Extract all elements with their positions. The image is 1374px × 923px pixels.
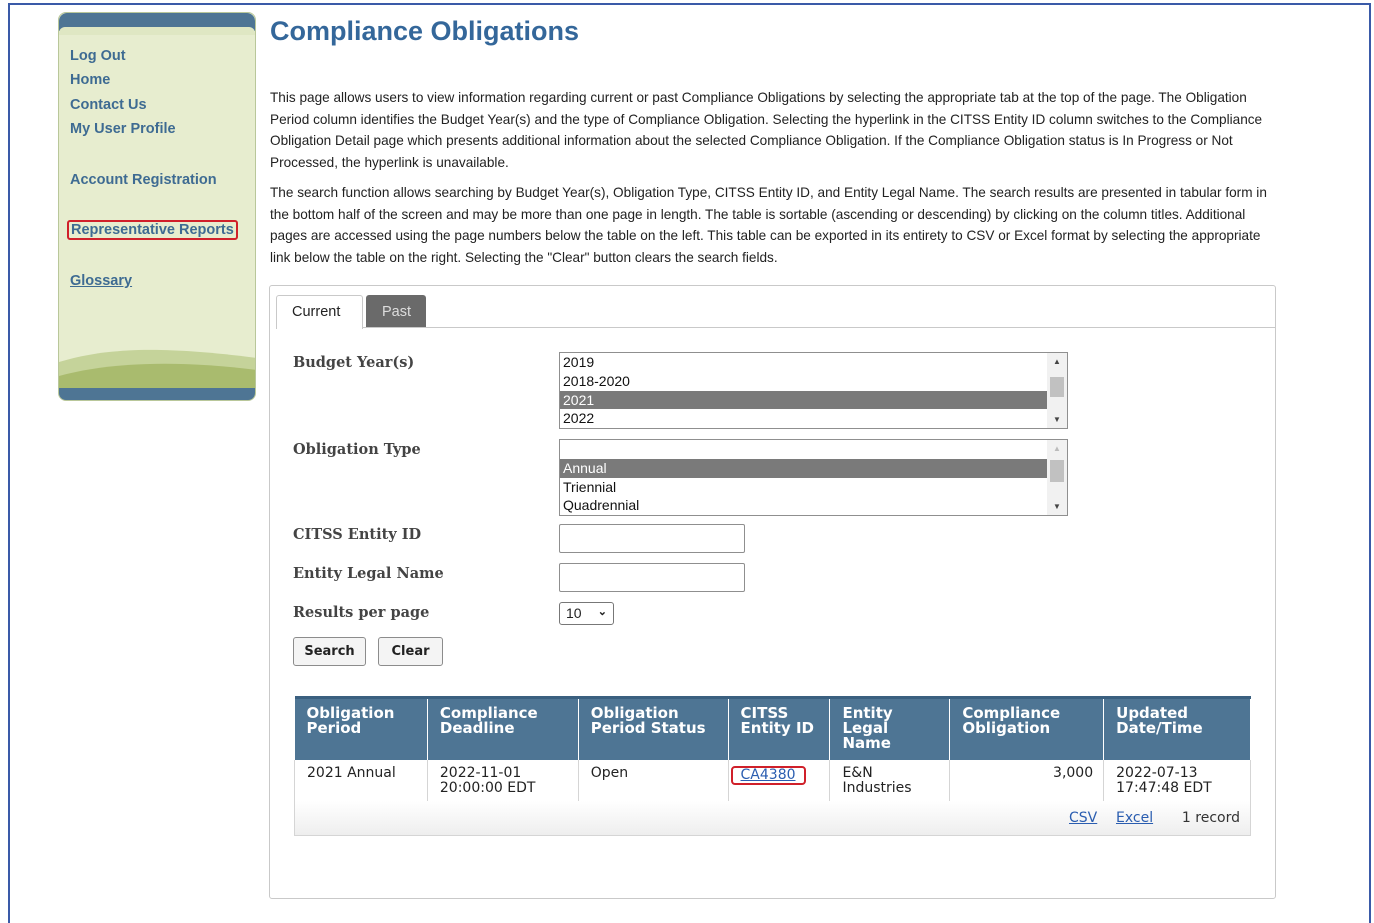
sidebar-link-my-user-profile[interactable]: My User Profile — [70, 121, 176, 137]
results-per-page-select[interactable]: 10 ⌄ — [559, 602, 614, 625]
cell-status: Open — [578, 759, 729, 803]
sidebar-top-bar-inner — [59, 27, 255, 35]
scroll-down-icon[interactable]: ▼ — [1047, 498, 1067, 515]
column-header[interactable]: Obligation Period Status — [578, 696, 729, 760]
entity-id-link[interactable]: CA4380 — [741, 767, 796, 783]
cell-updated: 2022-07-13 17:47:48 EDT — [1103, 759, 1251, 803]
obligation-option[interactable] — [560, 440, 1047, 459]
record-count: 1 record — [1181, 810, 1240, 826]
scroll-up-icon[interactable]: ▲ — [1047, 353, 1067, 370]
tab-past[interactable]: Past — [366, 295, 426, 327]
sidebar-link-glossary[interactable]: Glossary — [70, 273, 132, 289]
budget-option[interactable]: 2019 — [560, 353, 1047, 372]
table-footer: CSV Excel 1 record — [294, 801, 1251, 836]
legal-name-input[interactable] — [559, 563, 745, 592]
intro-paragraph-1: This page allows users to view informati… — [270, 90, 1263, 170]
sidebar-link-home[interactable]: Home — [70, 72, 110, 88]
obligation-type-listbox[interactable]: Annual Triennial Quadrennial ▲ ▼ — [559, 439, 1068, 516]
obligation-type-label: Obligation Type — [293, 441, 421, 458]
results-per-page-value: 10 — [566, 605, 582, 621]
column-header[interactable]: Compliance Obligation — [949, 696, 1105, 760]
budget-year-label: Budget Year(s) — [293, 354, 415, 371]
scrollbar-thumb[interactable] — [1050, 377, 1064, 397]
search-button[interactable]: Search — [293, 637, 366, 666]
budget-option[interactable]: 2018-2020 — [560, 372, 1047, 391]
budget-year-listbox[interactable]: 2019 2018-2020 2021 2022 ▲ ▼ — [559, 352, 1068, 429]
cell-legal-name: E&N Industries — [829, 759, 951, 803]
cell-period: 2021 Annual — [294, 759, 428, 803]
obligation-option[interactable]: Quadrennial — [560, 496, 1047, 515]
budget-option-selected[interactable]: 2021 — [560, 390, 1047, 410]
sidebar: Log Out Home Contact Us My User Profile … — [58, 12, 256, 401]
sidebar-link-representative-reports[interactable]: Representative Reports — [67, 220, 238, 240]
obligation-option-selected[interactable]: Annual — [560, 458, 1047, 478]
entity-id-label: CITSS Entity ID — [293, 526, 422, 543]
budget-scrollbar[interactable]: ▲ ▼ — [1047, 353, 1067, 428]
results-per-page-label: Results per page — [293, 604, 430, 621]
sidebar-link-contact-us[interactable]: Contact Us — [70, 97, 147, 113]
tabs-divider — [276, 327, 1275, 328]
column-header[interactable]: Entity Legal Name — [829, 696, 951, 760]
tab-current[interactable]: Current — [276, 295, 363, 329]
scroll-up-icon[interactable]: ▲ — [1047, 440, 1067, 457]
scroll-down-icon[interactable]: ▼ — [1047, 411, 1067, 428]
table-row: 2021 Annual 2022-11-01 20:00:00 EDT Open… — [294, 759, 1251, 803]
obligation-scrollbar[interactable]: ▲ ▼ — [1047, 440, 1067, 515]
sidebar-wave-decoration — [59, 349, 255, 400]
sidebar-link-log-out[interactable]: Log Out — [70, 48, 126, 64]
chevron-down-icon: ⌄ — [597, 606, 607, 618]
sidebar-link-account-registration[interactable]: Account Registration — [70, 172, 217, 188]
intro-paragraph-2: The search function allows searching by … — [270, 185, 1267, 265]
cell-obligation: 3,000 — [949, 759, 1105, 803]
search-panel: Current Past Budget Year(s) 2019 2018-20… — [269, 285, 1276, 899]
column-header[interactable]: CITSS Entity ID — [728, 696, 831, 760]
page-title: Compliance Obligations — [270, 16, 580, 46]
obligation-option[interactable]: Triennial — [560, 478, 1047, 497]
legal-name-label: Entity Legal Name — [293, 565, 444, 582]
results-table: Obligation Period Compliance Deadline Ob… — [294, 696, 1251, 803]
export-csv-link[interactable]: CSV — [1069, 810, 1097, 826]
scrollbar-thumb[interactable] — [1050, 460, 1064, 482]
cell-deadline: 2022-11-01 20:00:00 EDT — [427, 759, 579, 803]
entity-id-highlight: CA4380 — [730, 765, 806, 785]
column-header[interactable]: Obligation Period — [294, 696, 428, 760]
export-excel-link[interactable]: Excel — [1116, 810, 1153, 826]
column-header[interactable]: Updated Date/Time — [1103, 696, 1251, 760]
budget-option[interactable]: 2022 — [560, 409, 1047, 428]
entity-id-input[interactable] — [559, 524, 745, 553]
column-header[interactable]: Compliance Deadline — [427, 696, 579, 760]
cell-entity-id: CA4380 — [728, 759, 831, 803]
clear-button[interactable]: Clear — [378, 637, 443, 666]
